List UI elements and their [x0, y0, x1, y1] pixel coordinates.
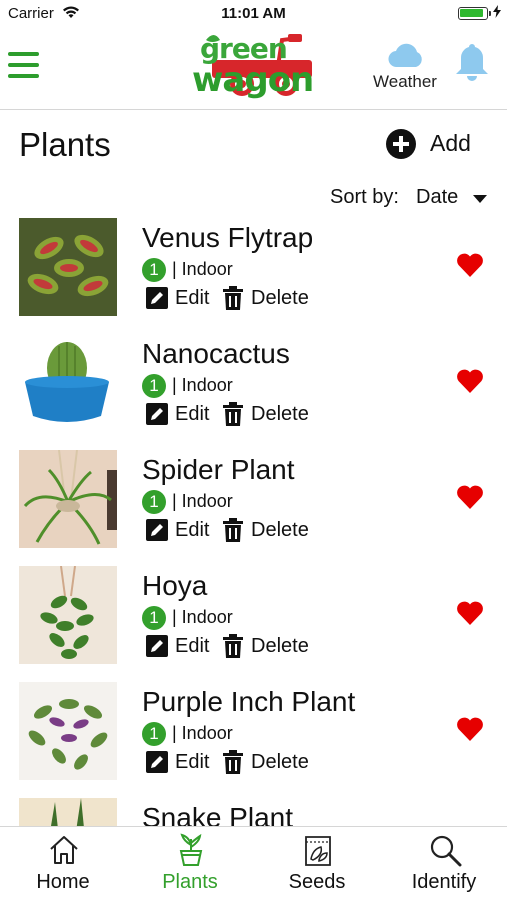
level-badge: 1 — [142, 722, 166, 746]
potted-plant-icon — [174, 833, 208, 867]
sort-label: Sort by: — [330, 186, 399, 208]
plant-name[interactable]: Purple Inch Plant — [142, 686, 355, 718]
heart-icon[interactable] — [456, 716, 484, 742]
tab-label: Seeds — [288, 871, 346, 893]
trash-icon — [222, 634, 244, 658]
plant-list-item[interactable]: Hoya 1 | Indoor Edit Delete — [0, 564, 507, 680]
tab-label: Plants — [162, 871, 218, 893]
delete-button[interactable]: Delete — [222, 518, 322, 542]
tab-identify[interactable]: Identify — [381, 827, 507, 900]
edit-label: Edit — [175, 635, 210, 657]
plant-photo-spider-plant[interactable] — [19, 450, 117, 548]
plant-photo-snake-plant[interactable] — [19, 798, 117, 826]
sort-value: Date — [416, 186, 459, 208]
pencil-icon — [146, 519, 168, 541]
edit-button[interactable]: Edit — [146, 750, 216, 774]
delete-label: Delete — [251, 635, 309, 657]
trash-icon — [222, 402, 244, 426]
plant-list-item[interactable]: Spider Plant 1 | Indoor Edit Delete — [0, 448, 507, 564]
cloud-icon — [388, 42, 424, 73]
level-badge: 1 — [142, 374, 166, 398]
level-badge: 1 — [142, 606, 166, 630]
delete-label: Delete — [251, 287, 309, 309]
caret-down-icon — [473, 195, 487, 203]
tab-home[interactable]: Home — [0, 827, 126, 900]
level-badge: 1 — [142, 258, 166, 282]
plant-name[interactable]: Spider Plant — [142, 454, 295, 486]
plant-photo-hoya[interactable] — [19, 566, 117, 664]
heart-icon[interactable] — [456, 600, 484, 626]
plant-list-item[interactable]: Snake Plant — [0, 796, 507, 826]
edit-button[interactable]: Edit — [146, 402, 216, 426]
edit-label: Edit — [175, 403, 210, 425]
pencil-icon — [146, 403, 168, 425]
plant-name[interactable]: Snake Plant — [142, 802, 293, 826]
heart-icon[interactable] — [456, 252, 484, 278]
pencil-icon — [146, 287, 168, 309]
delete-button[interactable]: Delete — [222, 634, 322, 658]
green-wagon-logo: green wagon — [192, 32, 320, 106]
plant-location: | Indoor — [172, 723, 233, 743]
plant-photo-venus-flytrap[interactable] — [19, 218, 117, 316]
seed-packet-icon — [301, 833, 335, 867]
delete-button[interactable]: Delete — [222, 402, 322, 426]
logo-word-wagon: wagon — [192, 60, 314, 100]
plant-location: | Indoor — [172, 491, 233, 511]
trash-icon — [222, 750, 244, 774]
home-icon — [47, 833, 81, 867]
edit-button[interactable]: Edit — [146, 518, 216, 542]
tab-label: Home — [36, 871, 90, 893]
trash-icon — [222, 518, 244, 542]
page-title: Plants — [19, 126, 111, 163]
plant-photo-nanocactus[interactable] — [19, 334, 117, 432]
delete-button[interactable]: Delete — [222, 750, 322, 774]
magnifier-icon — [428, 833, 462, 867]
edit-label: Edit — [175, 287, 210, 309]
hamburger-menu-icon[interactable] — [8, 50, 40, 80]
plant-location: | Indoor — [172, 607, 233, 627]
weather-label: Weather — [373, 72, 437, 91]
plant-location: | Indoor — [172, 259, 233, 279]
level-badge: 1 — [142, 490, 166, 514]
charging-bolt-icon — [493, 5, 501, 21]
delete-button[interactable]: Delete — [222, 286, 322, 310]
plant-name[interactable]: Hoya — [142, 570, 207, 602]
tab-seeds[interactable]: Seeds — [254, 827, 380, 900]
battery-level — [460, 9, 483, 17]
sort-dropdown[interactable]: Sort by: Date — [330, 186, 500, 212]
delete-label: Delete — [251, 751, 309, 773]
plant-photo-purple-inch-plant[interactable] — [19, 682, 117, 780]
plant-list-item[interactable]: Venus Flytrap 1 | Indoor Edit Delete — [0, 216, 507, 332]
heart-icon[interactable] — [456, 368, 484, 394]
heart-icon[interactable] — [456, 484, 484, 510]
tab-plants[interactable]: Plants — [127, 827, 253, 900]
plant-list-item[interactable]: Purple Inch Plant 1 | Indoor Edit Delete — [0, 680, 507, 796]
edit-label: Edit — [175, 519, 210, 541]
plant-name[interactable]: Venus Flytrap — [142, 222, 313, 254]
plant-location: | Indoor — [172, 375, 233, 395]
battery-tip — [489, 11, 491, 16]
bell-icon[interactable] — [454, 42, 492, 82]
edit-button[interactable]: Edit — [146, 286, 216, 310]
edit-button[interactable]: Edit — [146, 634, 216, 658]
pencil-icon — [146, 635, 168, 657]
delete-label: Delete — [251, 403, 309, 425]
add-plant-button[interactable]: Add — [386, 128, 496, 162]
add-label: Add — [430, 130, 471, 156]
weather-button[interactable]: Weather — [366, 42, 444, 100]
pencil-icon — [146, 751, 168, 773]
edit-label: Edit — [175, 751, 210, 773]
app-header: green wagon Weather — [0, 28, 507, 110]
status-time: 11:01 AM — [221, 5, 286, 22]
plant-list-item[interactable]: Nanocactus 1 | Indoor Edit Delete — [0, 332, 507, 448]
tab-label: Identify — [411, 871, 477, 893]
trash-icon — [222, 286, 244, 310]
add-circle-icon — [386, 129, 416, 159]
delete-label: Delete — [251, 519, 309, 541]
status-bar: Carrier 11:01 AM — [0, 0, 507, 28]
plant-list[interactable]: Venus Flytrap 1 | Indoor Edit Delete Nan… — [0, 216, 507, 826]
plant-name[interactable]: Nanocactus — [142, 338, 290, 370]
battery-icon — [458, 7, 488, 20]
bottom-tab-bar: Home Plants Seeds Identify — [0, 826, 507, 900]
